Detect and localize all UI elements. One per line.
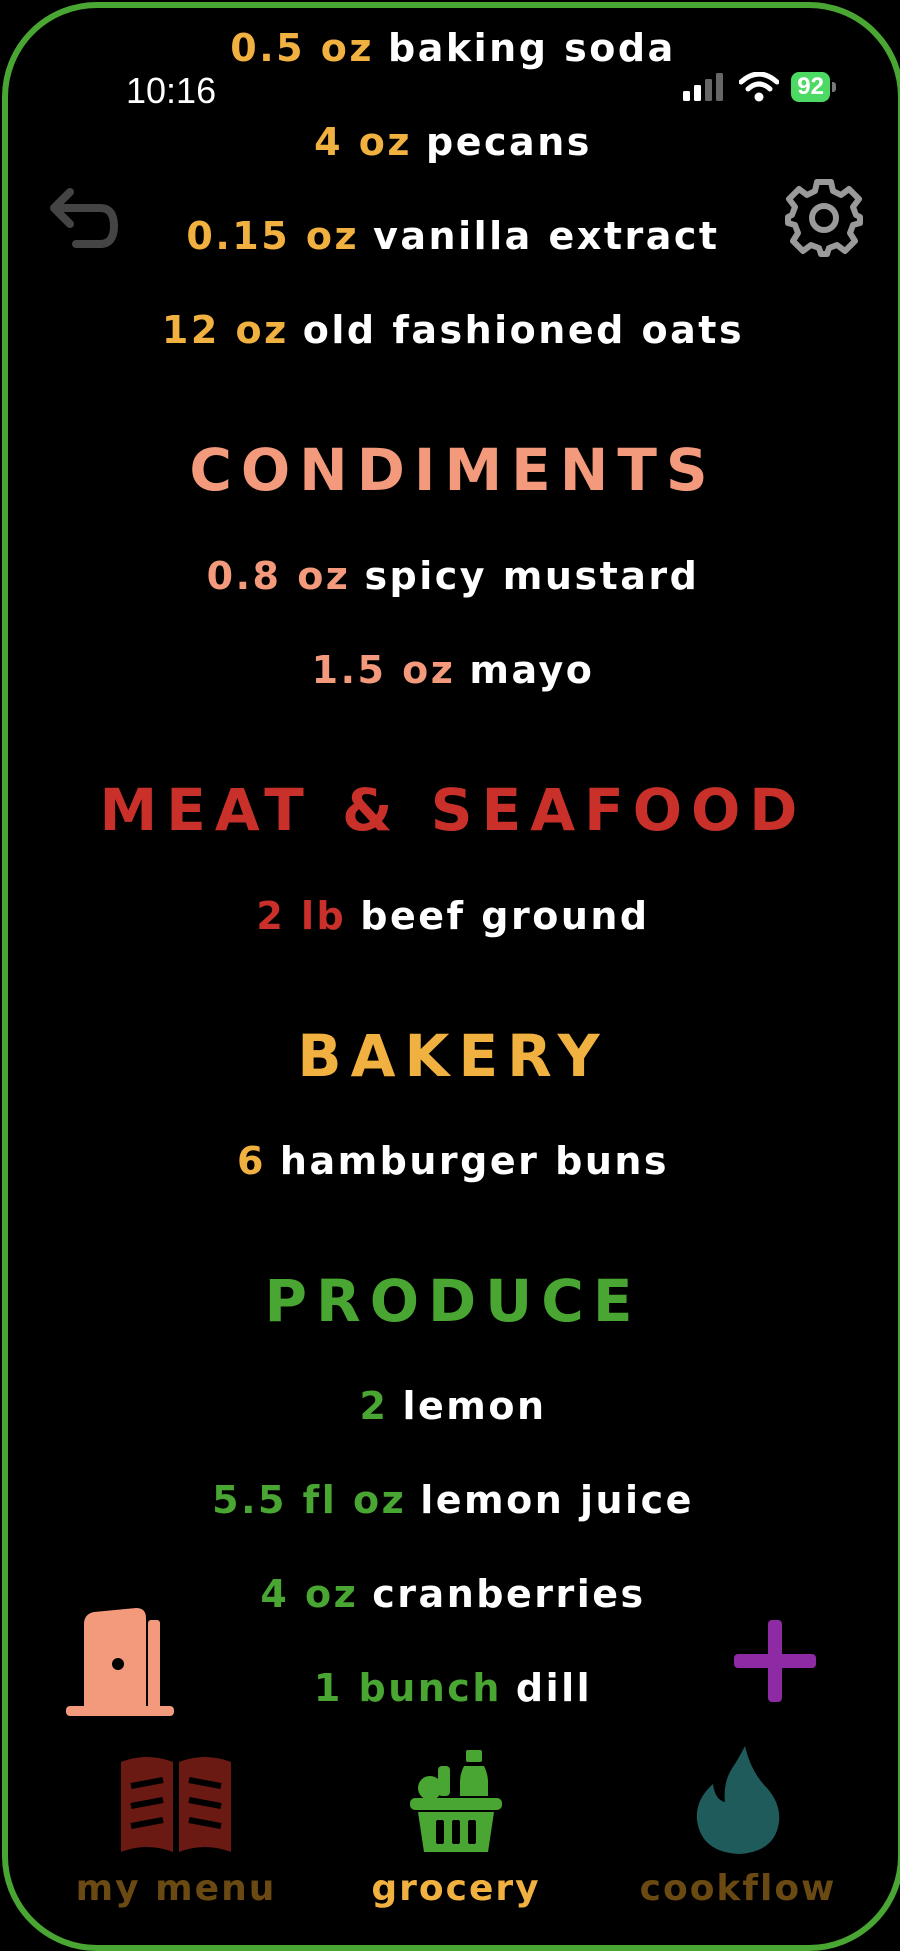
battery-level: 92 bbox=[791, 72, 830, 102]
book-menu-icon bbox=[121, 1757, 231, 1852]
section-heading-produce: PRODUCE bbox=[264, 1267, 642, 1335]
settings-button[interactable] bbox=[784, 178, 864, 262]
item-name: spicy mustard bbox=[364, 554, 700, 598]
item-quantity: 2 bbox=[359, 1384, 389, 1428]
nav-my-menu[interactable]: my menu bbox=[46, 1752, 306, 1909]
list-item[interactable]: 0.15 oz vanilla extract bbox=[8, 214, 898, 258]
nav-label-my-menu: my menu bbox=[75, 1868, 277, 1909]
item-name: vanilla extract bbox=[373, 214, 720, 258]
item-quantity: 1 bunch bbox=[313, 1666, 502, 1710]
item-quantity: 6 bbox=[236, 1139, 266, 1183]
battery-indicator: 92 bbox=[791, 72, 836, 102]
item-name: lemon juice bbox=[420, 1478, 694, 1522]
item-name: lemon bbox=[402, 1384, 547, 1428]
undo-button[interactable] bbox=[40, 180, 120, 264]
phone-frame: 0.5 oz baking soda 4 oz pecans 0.15 oz vani… bbox=[2, 2, 900, 1951]
list-item[interactable]: 12 oz old fashioned oats bbox=[8, 308, 898, 352]
status-icons: 92 bbox=[683, 72, 836, 102]
item-name: old fashioned oats bbox=[302, 308, 745, 352]
grocery-basket-icon bbox=[410, 1750, 502, 1852]
nav-cookflow[interactable]: cookflow bbox=[608, 1744, 868, 1909]
undo-icon bbox=[50, 188, 118, 248]
nav-label-cookflow: cookflow bbox=[639, 1868, 837, 1909]
list-item[interactable]: 0.8 oz spicy mustard bbox=[8, 554, 898, 598]
nav-label-grocery: grocery bbox=[371, 1868, 541, 1909]
list-item[interactable]: 2 lemon bbox=[8, 1384, 898, 1428]
item-quantity: 0.15 oz bbox=[186, 214, 360, 258]
section-heading-meat-seafood: MEAT & SEAFOOD bbox=[99, 776, 807, 844]
item-name: hamburger buns bbox=[279, 1139, 670, 1183]
door-exit-icon bbox=[66, 1608, 174, 1716]
section-heading-condiments: CONDIMENTS bbox=[189, 436, 717, 504]
item-name: dill bbox=[515, 1666, 593, 1710]
gear-icon bbox=[785, 179, 863, 257]
item-quantity: 1.5 oz bbox=[311, 648, 456, 692]
item-quantity: 5.5 fl oz bbox=[212, 1478, 407, 1522]
item-quantity: 4 oz bbox=[314, 120, 413, 164]
flame-icon bbox=[696, 1746, 780, 1854]
list-item[interactable]: 1.5 oz mayo bbox=[8, 648, 898, 692]
item-quantity: 12 oz bbox=[161, 308, 289, 352]
item-quantity: 0.5 oz bbox=[230, 26, 375, 70]
list-item[interactable]: 5.5 fl oz lemon juice bbox=[8, 1478, 898, 1522]
plus-icon bbox=[734, 1620, 816, 1702]
item-name: baking soda bbox=[388, 26, 676, 70]
item-quantity: 0.8 oz bbox=[206, 554, 351, 598]
item-name: pecans bbox=[426, 120, 592, 164]
battery-cap bbox=[832, 82, 836, 92]
cellular-signal-icon bbox=[683, 73, 724, 101]
nav-grocery[interactable]: grocery bbox=[326, 1744, 586, 1909]
status-time: 10:16 bbox=[126, 70, 217, 111]
item-quantity: 2 lb bbox=[256, 894, 347, 938]
item-name: cranberries bbox=[372, 1572, 646, 1616]
item-quantity: 4 oz bbox=[260, 1572, 359, 1616]
wifi-icon bbox=[739, 72, 780, 102]
list-item[interactable]: 4 oz pecans bbox=[8, 120, 898, 164]
list-item[interactable]: 0.5 oz baking soda bbox=[8, 26, 898, 70]
section-heading-bakery: BAKERY bbox=[297, 1022, 609, 1090]
list-item[interactable]: 2 lb beef ground bbox=[8, 894, 898, 938]
add-item-button[interactable] bbox=[730, 1616, 820, 1710]
list-item[interactable]: 6 hamburger buns bbox=[8, 1139, 898, 1183]
bottom-nav: my menu grocery cookflow bbox=[8, 1705, 898, 1945]
item-name: mayo bbox=[469, 648, 595, 692]
item-name: beef ground bbox=[360, 894, 650, 938]
